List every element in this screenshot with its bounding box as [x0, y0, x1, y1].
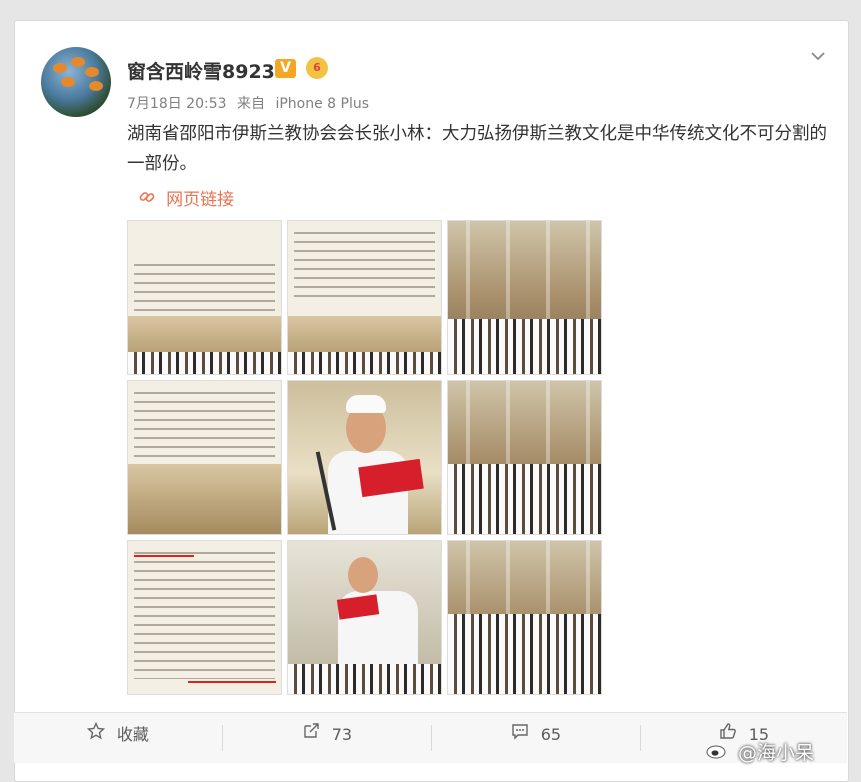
- web-link-label: 网页链接: [166, 190, 235, 210]
- image-speaker-1[interactable]: [287, 380, 442, 535]
- image-speaker-2[interactable]: [287, 540, 442, 695]
- favorite-label: 收藏: [116, 725, 149, 744]
- post-source[interactable]: iPhone 8 Plus: [275, 96, 369, 112]
- post-meta: 7月18日 20:53 来自 iPhone 8 Plus: [127, 93, 375, 113]
- post-content: 湖南省邵阳市伊斯兰教协会会长张小林：大力弘扬伊斯兰教文化是中华传统文化不可分割的…: [127, 124, 827, 174]
- weibo-post-card: 窗含西岭雪8923 V 6 7月18日 20:53 来自 iPhone 8 Pl…: [14, 20, 849, 782]
- image-mosque-hall-1[interactable]: [447, 220, 602, 375]
- source-prefix: 来自: [236, 96, 265, 112]
- image-newspaper-1[interactable]: [127, 220, 282, 375]
- image-grid: [127, 220, 602, 695]
- watermark: @海小呆: [706, 738, 814, 765]
- link-chain-icon: [139, 190, 160, 209]
- star-outline-icon: [86, 721, 111, 745]
- verified-badge: V: [275, 59, 296, 78]
- username[interactable]: 窗含西岭雪8923: [127, 57, 275, 84]
- web-link[interactable]: 网页链接: [139, 185, 234, 210]
- image-newspaper-4[interactable]: [127, 540, 282, 695]
- favorite-button[interactable]: 收藏: [14, 713, 222, 761]
- chevron-down-icon[interactable]: [807, 45, 829, 67]
- repost-count: 73: [331, 725, 353, 744]
- weibo-logo-icon: [706, 742, 734, 764]
- level-badge: 6: [306, 57, 328, 79]
- repost-button[interactable]: 73: [223, 713, 431, 761]
- watermark-text: @海小呆: [738, 742, 815, 764]
- image-mosque-hall-2[interactable]: [447, 380, 602, 535]
- comment-button[interactable]: 65: [432, 713, 640, 761]
- image-newspaper-2[interactable]: [287, 220, 442, 375]
- comment-count: 65: [540, 725, 562, 744]
- comment-bubble-icon: [511, 724, 535, 745]
- avatar[interactable]: [41, 47, 111, 117]
- image-mosque-hall-3[interactable]: [447, 540, 602, 695]
- post-time[interactable]: 7月18日 20:53: [127, 96, 227, 112]
- image-newspaper-3[interactable]: [127, 380, 282, 535]
- repost-arrow-icon: [302, 723, 326, 745]
